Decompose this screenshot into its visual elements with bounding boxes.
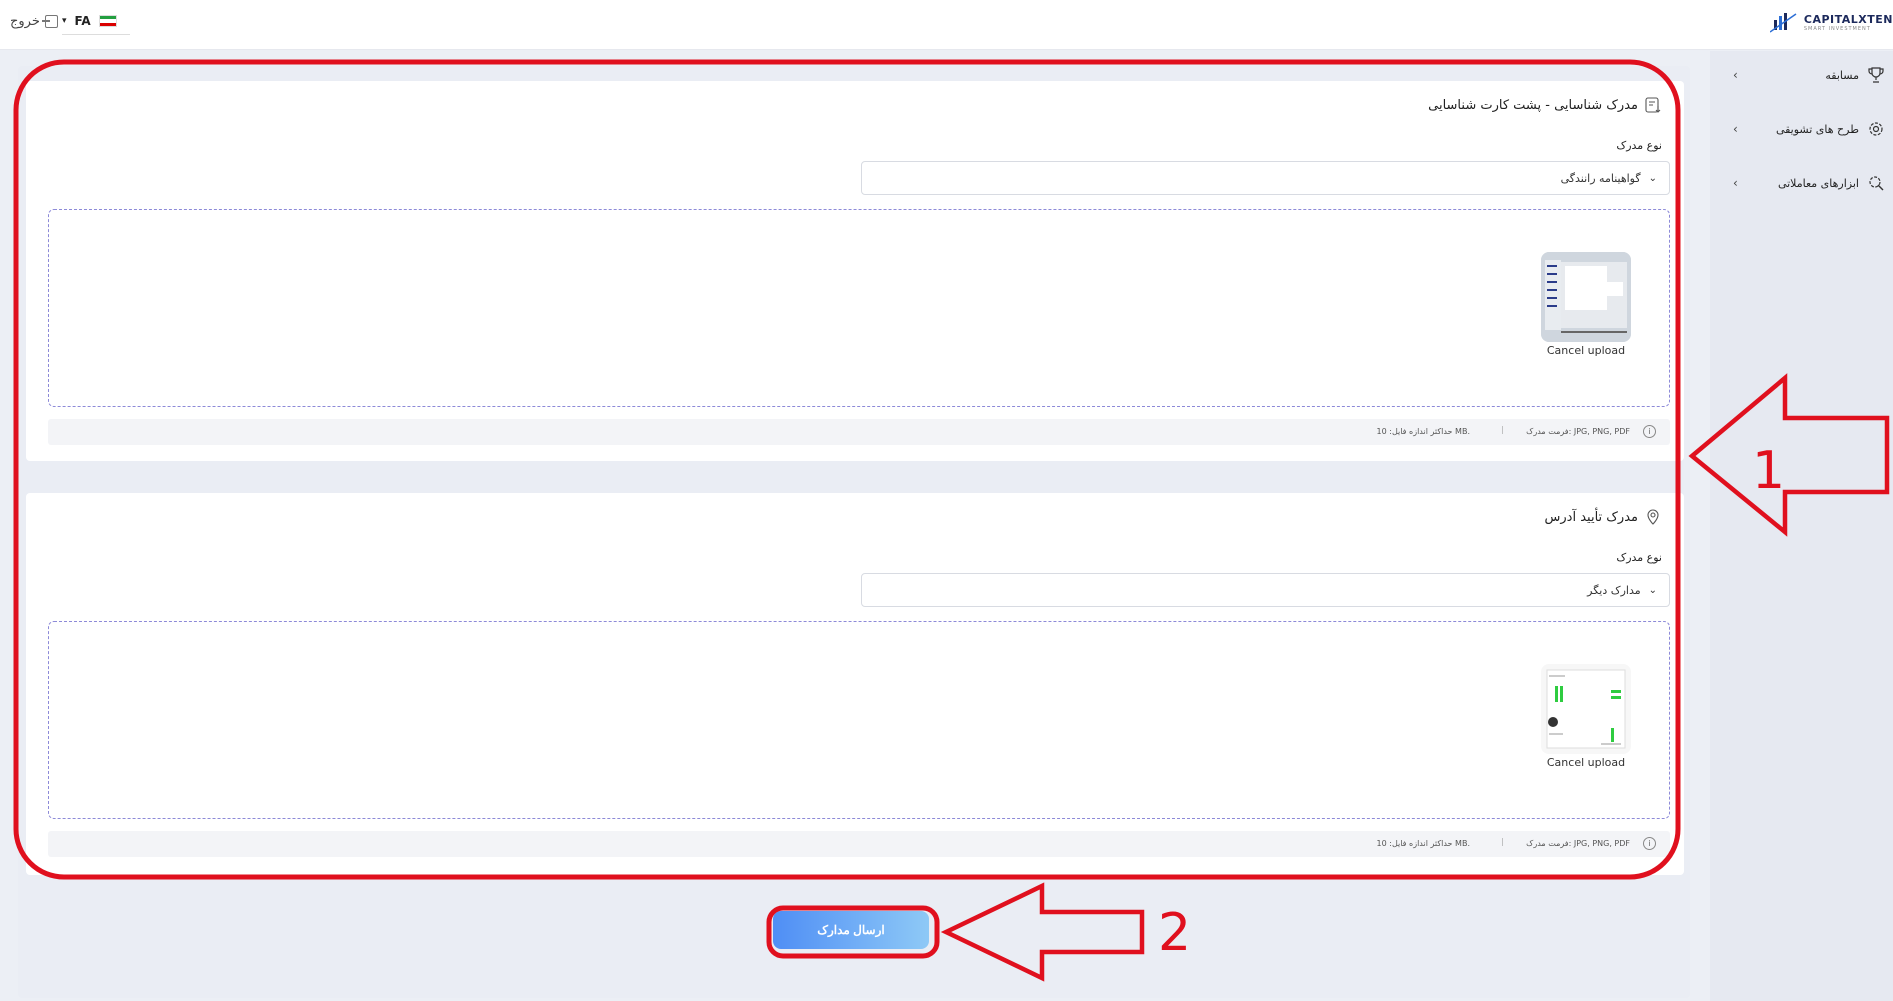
language-selector[interactable]: ▾ FA xyxy=(62,14,130,35)
document-type-select[interactable]: گواهینامه رانندگی ⌄ xyxy=(861,161,1670,195)
id-document-card: مدرک شناسایی - پشت کارت شناسایی نوع مدرک… xyxy=(26,81,1684,461)
separator: | xyxy=(1501,837,1504,846)
language-label: FA xyxy=(74,14,91,28)
trophy-icon xyxy=(1865,64,1887,86)
logout-label: خروج xyxy=(10,14,40,29)
address-document-card: مدرک تأیید آدرس نوع مدرک مدارک دیگر ⌄ Ca… xyxy=(26,493,1684,875)
selected-value: گواهینامه رانندگی xyxy=(1560,171,1641,185)
brand-name: CAPITALXTEN xyxy=(1803,12,1893,26)
sidebar: ‹ مسابقه ‹ طرح های تشویقی ‹ ابزارهای معا… xyxy=(1710,51,1893,1001)
chevron-down-icon: ▾ xyxy=(62,16,67,26)
sidebar-item-contest[interactable]: ‹ مسابقه xyxy=(1727,61,1887,89)
logout-icon xyxy=(41,15,58,28)
logo-mark-icon xyxy=(1769,13,1797,33)
iran-flag-icon xyxy=(98,15,117,27)
uploaded-image-thumbnail xyxy=(1541,252,1631,342)
location-pin-icon xyxy=(1647,509,1659,525)
chevron-left-icon: ‹ xyxy=(1733,176,1738,190)
file-size-info: حداکثر اندازه فایل: 10 MB. xyxy=(1376,839,1470,848)
top-bar: خروج ▾ FA CAPITALXTEN SMART INVESTMENT xyxy=(0,0,1893,50)
file-info-bar: i فرمت مدرک: JPG, PNG, PDF | حداکثر اندا… xyxy=(48,419,1670,445)
uploaded-image-thumbnail xyxy=(1541,664,1631,754)
sidebar-item-incentives[interactable]: ‹ طرح های تشویقی xyxy=(1727,115,1887,143)
info-icon: i xyxy=(1643,837,1656,850)
document-type-select[interactable]: مدارک دیگر ⌄ xyxy=(861,573,1670,607)
incentive-gear-icon xyxy=(1865,118,1887,140)
chevron-down-icon: ⌄ xyxy=(1648,584,1657,596)
selected-value: مدارک دیگر xyxy=(1587,583,1641,597)
chevron-down-icon: ⌄ xyxy=(1648,172,1657,184)
field-label: نوع مدرک xyxy=(1616,551,1662,564)
info-icon: i xyxy=(1643,425,1656,438)
chevron-left-icon: ‹ xyxy=(1733,68,1738,82)
brand-subtitle: SMART INVESTMENT xyxy=(1803,25,1871,32)
file-size-info: حداکثر اندازه فایل: 10 MB. xyxy=(1376,427,1470,436)
section-title: مدرک شناسایی - پشت کارت شناسایی xyxy=(1428,96,1662,114)
section-title-text: مدرک شناسایی - پشت کارت شناسایی xyxy=(1428,97,1638,113)
cancel-upload-button[interactable]: Cancel upload xyxy=(1536,756,1636,769)
main-content: مدرک شناسایی - پشت کارت شناسایی نوع مدرک… xyxy=(18,66,1690,998)
cancel-upload-button[interactable]: Cancel upload xyxy=(1536,344,1636,357)
sidebar-item-label: ابزارهای معاملاتی xyxy=(1777,176,1859,190)
document-upload-icon xyxy=(1645,97,1661,113)
upload-dropzone[interactable]: Cancel upload xyxy=(48,621,1670,819)
trading-tools-icon xyxy=(1865,172,1887,194)
sidebar-item-label: طرح های تشویقی xyxy=(1775,122,1859,136)
upload-dropzone[interactable]: Cancel upload xyxy=(48,209,1670,407)
separator: | xyxy=(1501,425,1504,434)
submit-documents-button[interactable]: ارسال مدارک xyxy=(773,911,929,949)
file-info-bar: i فرمت مدرک: JPG, PNG, PDF | حداکثر اندا… xyxy=(48,831,1670,857)
capitalxten-logo[interactable]: CAPITALXTEN SMART INVESTMENT xyxy=(1769,10,1893,34)
logout-button[interactable]: خروج xyxy=(10,14,58,29)
section-title: مدرک تأیید آدرس xyxy=(1545,508,1662,526)
sidebar-item-trading-tools[interactable]: ‹ ابزارهای معاملاتی xyxy=(1727,169,1887,197)
file-format-info: فرمت مدرک: JPG, PNG, PDF xyxy=(1526,427,1630,436)
file-format-info: فرمت مدرک: JPG, PNG, PDF xyxy=(1526,839,1630,848)
sidebar-item-label: مسابقه xyxy=(1825,68,1859,82)
section-title-text: مدرک تأیید آدرس xyxy=(1544,509,1638,525)
field-label: نوع مدرک xyxy=(1616,139,1662,152)
chevron-left-icon: ‹ xyxy=(1733,122,1738,136)
